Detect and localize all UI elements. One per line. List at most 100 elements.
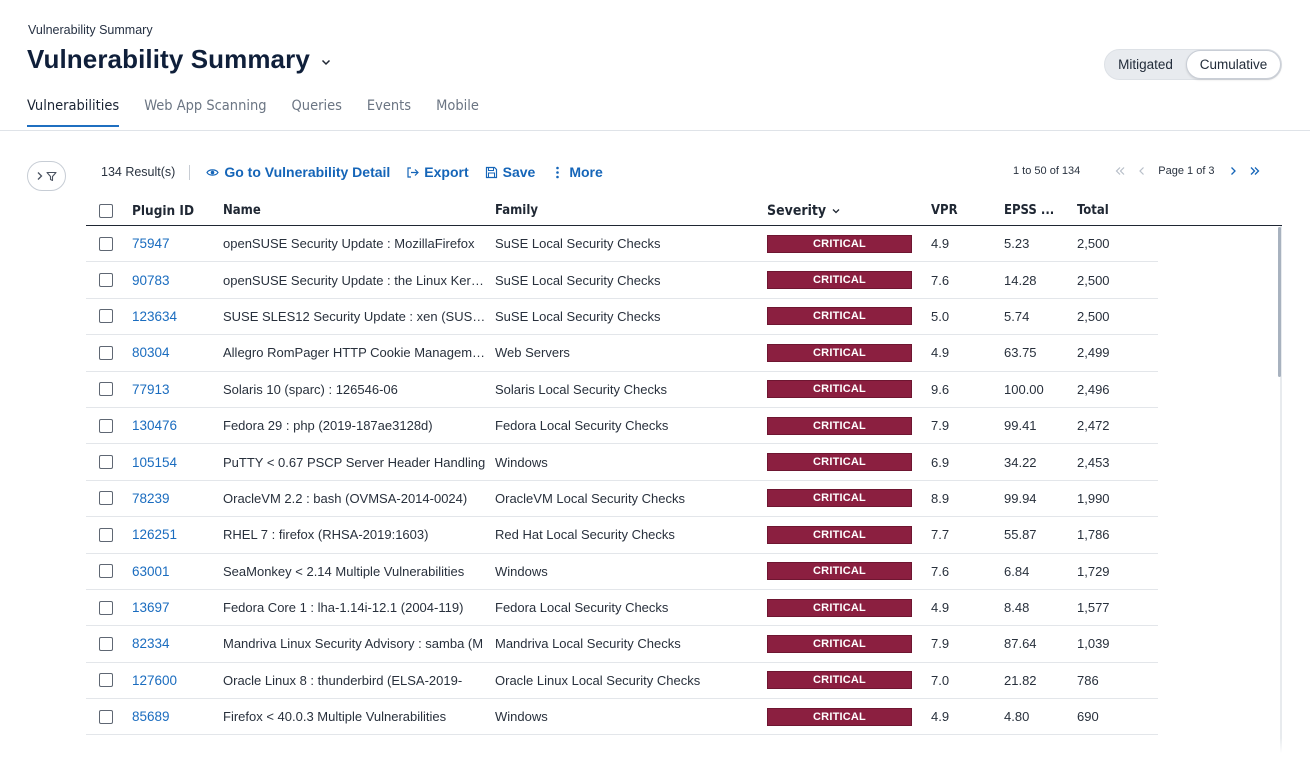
- first-page-icon[interactable]: [1114, 165, 1126, 177]
- table-row[interactable]: 127600 Oracle Linux 8 : thunderbird (ELSA…: [86, 663, 1158, 700]
- row-select-cell: [86, 382, 132, 397]
- table-row[interactable]: 78239 OracleVM 2.2 : bash (OVMSA-2014-002…: [86, 481, 1158, 518]
- table-row[interactable]: 105154 PuTTY < 0.67 PSCP Server Header Ha…: [86, 444, 1158, 481]
- col-name[interactable]: Name: [223, 203, 495, 218]
- scrollbar-thumb[interactable]: [1278, 227, 1281, 377]
- row-checkbox[interactable]: [99, 418, 113, 433]
- tab-bar: Vulnerabilities Web App Scanning Queries…: [27, 98, 504, 127]
- table-row[interactable]: 75947 openSUSE Security Update : MozillaF…: [86, 226, 1158, 263]
- table-row[interactable]: 80304 Allegro RomPager HTTP Cookie Manage…: [86, 335, 1158, 372]
- epss-value: 6.84: [1004, 563, 1030, 579]
- epss-value: 99.41: [1004, 418, 1037, 434]
- severity-cell: CRITICAL: [767, 271, 931, 290]
- toggle-cumulative[interactable]: Cumulative: [1186, 50, 1281, 79]
- table-row[interactable]: 90783 openSUSE Security Update : the Linu…: [86, 262, 1158, 299]
- severity-cell: CRITICAL: [767, 634, 931, 653]
- more-button[interactable]: More: [551, 164, 603, 180]
- vpr-value: 4.9: [931, 236, 950, 252]
- view-toggle: Mitigated Cumulative: [1104, 49, 1282, 80]
- toggle-mitigated[interactable]: Mitigated: [1105, 50, 1186, 79]
- select-all-checkbox[interactable]: [99, 203, 113, 218]
- total-value: 786: [1077, 672, 1099, 688]
- plugin-id-link[interactable]: 75947: [132, 236, 223, 251]
- tab-vulnerabilities[interactable]: Vulnerabilities: [27, 98, 120, 127]
- row-checkbox[interactable]: [99, 309, 113, 324]
- plugin-name: openSUSE Security Update : the Linux Ker…: [223, 272, 489, 288]
- plugin-id-link[interactable]: 105154: [132, 455, 223, 470]
- plugin-family: Windows: [495, 709, 548, 725]
- row-checkbox[interactable]: [99, 527, 113, 542]
- severity-badge: CRITICAL: [767, 634, 912, 653]
- next-page-icon[interactable]: [1227, 165, 1239, 177]
- col-severity[interactable]: Severity: [767, 203, 931, 219]
- total-value: 2,500: [1077, 308, 1110, 324]
- prev-page-icon[interactable]: [1136, 165, 1148, 177]
- row-checkbox[interactable]: [99, 273, 113, 288]
- col-plugin-id[interactable]: Plugin ID: [132, 203, 223, 219]
- go-to-detail-button[interactable]: Go to Vulnerability Detail: [206, 164, 390, 180]
- plugin-id-link[interactable]: 78239: [132, 491, 223, 506]
- col-total[interactable]: Total: [1077, 203, 1157, 218]
- row-checkbox[interactable]: [99, 709, 113, 724]
- row-checkbox[interactable]: [99, 636, 113, 651]
- table-row[interactable]: 85689 Firefox < 40.0.3 Multiple Vulnerabi…: [86, 699, 1158, 736]
- table-row[interactable]: 77913 Solaris 10 (sparc) : 126546-06 Solar…: [86, 372, 1158, 408]
- go-to-detail-label: Go to Vulnerability Detail: [224, 164, 391, 180]
- row-checkbox[interactable]: [99, 236, 113, 251]
- vpr-value: 4.9: [931, 345, 950, 361]
- table-row[interactable]: 123634 SUSE SLES12 Security Update : xen …: [86, 299, 1158, 336]
- severity-cell: CRITICAL: [767, 707, 931, 726]
- col-severity-label: Severity: [767, 202, 827, 219]
- row-checkbox[interactable]: [99, 345, 113, 360]
- vpr-value: 7.0: [931, 672, 950, 688]
- plugin-id-link[interactable]: 13697: [132, 600, 223, 615]
- vpr-value: 8.9: [931, 490, 950, 506]
- save-button[interactable]: Save: [485, 164, 535, 180]
- plugin-name: OracleVM 2.2 : bash (OVMSA-2014-0024): [223, 490, 468, 506]
- plugin-name: Fedora 29 : php (2019-187ae3128d): [223, 418, 433, 434]
- plugin-family: Windows: [495, 454, 548, 470]
- row-checkbox[interactable]: [99, 491, 113, 506]
- export-button[interactable]: Export: [406, 164, 469, 180]
- table-row[interactable]: 63001 SeaMonkey < 2.14 Multiple Vulnerabi…: [86, 554, 1158, 590]
- plugin-id-link[interactable]: 127600: [132, 673, 223, 688]
- chevron-right-icon: [37, 172, 43, 180]
- col-family[interactable]: Family: [495, 203, 767, 218]
- plugin-id-link[interactable]: 63001: [132, 564, 223, 579]
- row-checkbox[interactable]: [99, 564, 113, 579]
- severity-badge: CRITICAL: [767, 271, 912, 290]
- vpr-value: 6.9: [931, 454, 950, 470]
- filter-toggle-button[interactable]: [27, 161, 66, 191]
- row-checkbox[interactable]: [99, 455, 113, 470]
- total-value: 1,729: [1077, 563, 1110, 579]
- col-epss[interactable]: EPSS ...: [1004, 203, 1077, 218]
- table-row[interactable]: 13697 Fedora Core 1 : lha-1.14i-12.1 (200…: [86, 590, 1158, 627]
- plugin-id-link[interactable]: 77913: [132, 382, 223, 397]
- plugin-id-link[interactable]: 80304: [132, 345, 223, 360]
- row-select-cell: [86, 491, 132, 506]
- plugin-id-link[interactable]: 90783: [132, 273, 223, 288]
- breadcrumb: Vulnerability Summary: [28, 23, 153, 37]
- plugin-name: openSUSE Security Update : MozillaFirefo…: [223, 236, 475, 252]
- tab-mobile[interactable]: Mobile: [436, 98, 479, 123]
- plugin-id-link[interactable]: 82334: [132, 636, 223, 651]
- plugin-id-link[interactable]: 126251: [132, 527, 223, 542]
- row-checkbox[interactable]: [99, 673, 113, 688]
- row-checkbox[interactable]: [99, 600, 113, 615]
- chevron-down-icon[interactable]: [320, 56, 332, 68]
- table-row[interactable]: 126251 RHEL 7 : firefox (RHSA-2019:1603) R…: [86, 517, 1158, 554]
- vpr-value: 7.7: [931, 527, 950, 543]
- tab-web-app-scanning[interactable]: Web App Scanning: [144, 98, 266, 123]
- table-row[interactable]: 130476 Fedora 29 : php (2019-187ae3128d) F…: [86, 408, 1158, 445]
- col-vpr[interactable]: VPR: [931, 203, 1004, 218]
- tab-queries[interactable]: Queries: [292, 98, 342, 123]
- row-checkbox[interactable]: [99, 382, 113, 397]
- plugin-id-link[interactable]: 123634: [132, 309, 223, 324]
- last-page-icon[interactable]: [1249, 165, 1261, 177]
- sort-down-icon: [832, 208, 840, 213]
- table-body: 75947 openSUSE Security Update : MozillaF…: [86, 226, 1282, 736]
- plugin-id-link[interactable]: 85689: [132, 709, 223, 724]
- table-row[interactable]: 82334 Mandriva Linux Security Advisory : …: [86, 626, 1158, 663]
- plugin-id-link[interactable]: 130476: [132, 418, 223, 433]
- tab-events[interactable]: Events: [367, 98, 411, 123]
